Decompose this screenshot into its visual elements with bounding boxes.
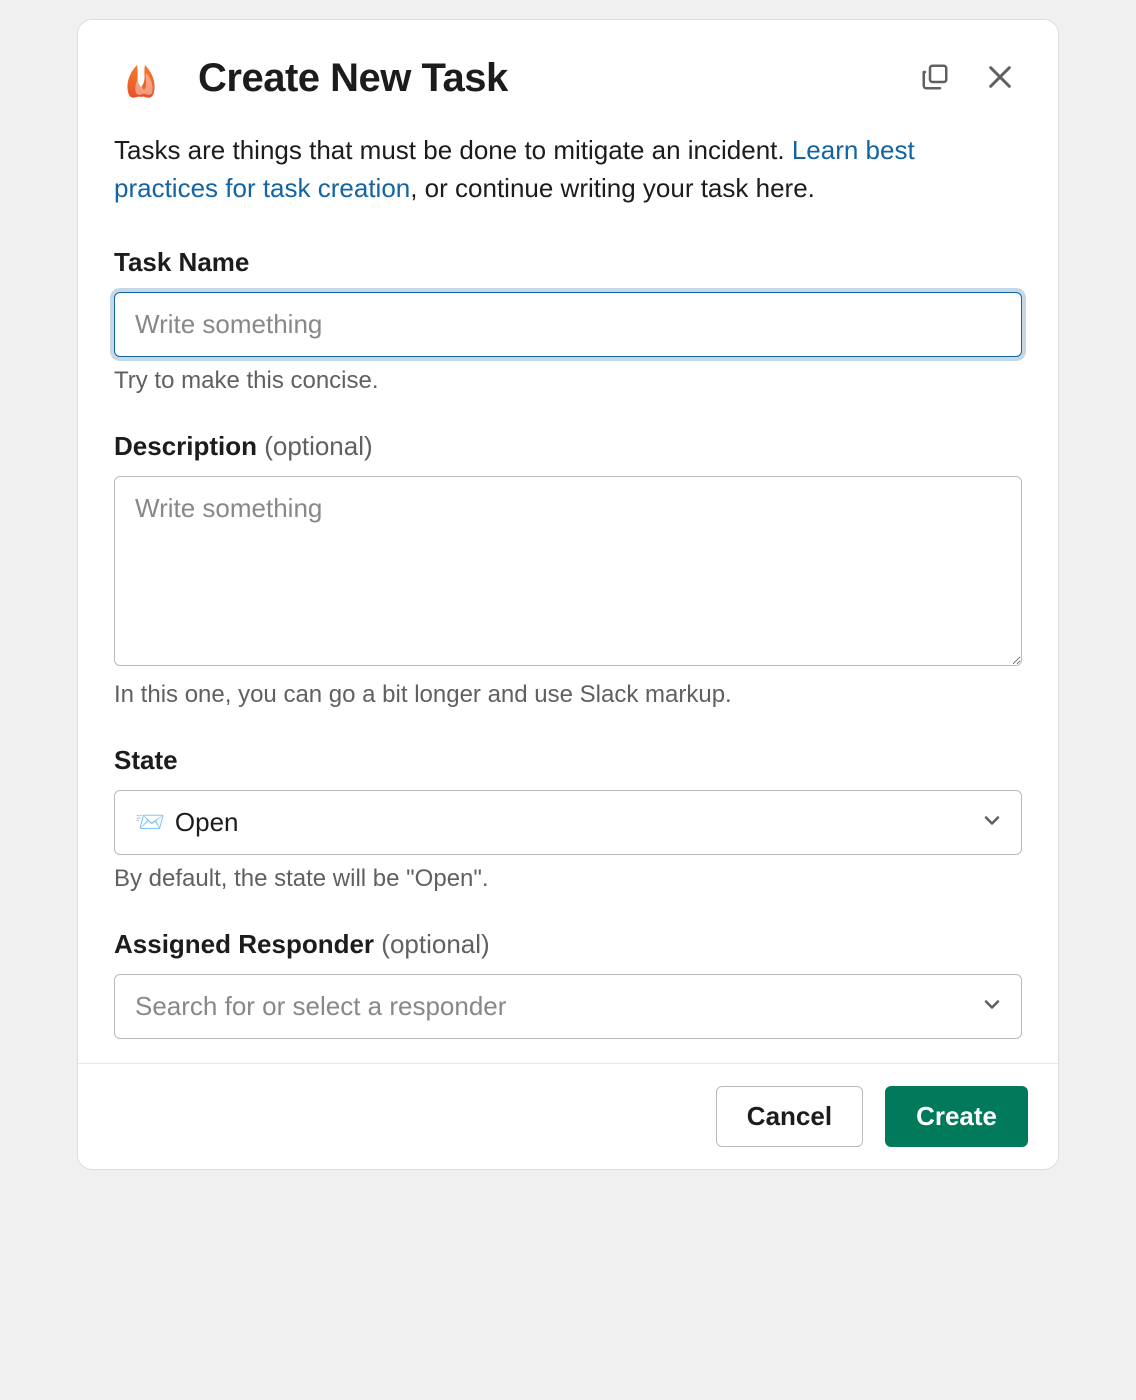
modal-title: Create New Task xyxy=(198,56,914,101)
task-name-hint: Try to make this concise. xyxy=(114,367,1022,395)
close-icon xyxy=(984,61,1016,96)
cancel-button[interactable]: Cancel xyxy=(716,1086,863,1147)
modal-footer: Cancel Create xyxy=(78,1063,1058,1169)
description-group: Description (optional) In this one, you … xyxy=(114,431,1022,709)
description-label-text: Description xyxy=(114,431,257,461)
task-name-input[interactable] xyxy=(114,292,1022,357)
intro-after: , or continue writing your task here. xyxy=(410,173,815,203)
modal-header: Create New Task xyxy=(78,20,1058,132)
close-button[interactable] xyxy=(978,55,1022,102)
create-task-modal: Create New Task xyxy=(78,20,1058,1169)
modal-body: Tasks are things that must be done to mi… xyxy=(78,132,1058,1063)
responder-optional: (optional) xyxy=(381,929,489,959)
responder-placeholder: Search for or select a responder xyxy=(135,991,506,1022)
responder-select[interactable]: Search for or select a responder xyxy=(114,974,1022,1039)
intro-text: Tasks are things that must be done to mi… xyxy=(114,132,1022,207)
state-select-wrapper: 📨 Open xyxy=(114,790,1022,855)
state-hint: By default, the state will be "Open". xyxy=(114,865,1022,893)
app-logo-icon xyxy=(114,48,174,108)
state-select[interactable]: 📨 Open xyxy=(114,790,1022,855)
task-name-label: Task Name xyxy=(114,247,1022,278)
envelope-icon: 📨 xyxy=(135,808,165,837)
intro-before: Tasks are things that must be done to mi… xyxy=(114,135,792,165)
responder-label: Assigned Responder (optional) xyxy=(114,929,1022,960)
responder-label-text: Assigned Responder xyxy=(114,929,374,959)
state-group: State 📨 Open By default, the state will … xyxy=(114,745,1022,893)
state-label: State xyxy=(114,745,1022,776)
responder-select-wrapper: Search for or select a responder xyxy=(114,974,1022,1039)
responder-group: Assigned Responder (optional) Search for… xyxy=(114,929,1022,1039)
description-input[interactable] xyxy=(114,476,1022,666)
popout-icon xyxy=(920,62,950,95)
create-button[interactable]: Create xyxy=(885,1086,1028,1147)
popout-button[interactable] xyxy=(914,56,956,101)
description-label: Description (optional) xyxy=(114,431,1022,462)
header-actions xyxy=(914,55,1022,102)
description-optional: (optional) xyxy=(264,431,372,461)
description-hint: In this one, you can go a bit longer and… xyxy=(114,681,1022,709)
state-value: Open xyxy=(175,807,239,838)
task-name-group: Task Name Try to make this concise. xyxy=(114,247,1022,395)
